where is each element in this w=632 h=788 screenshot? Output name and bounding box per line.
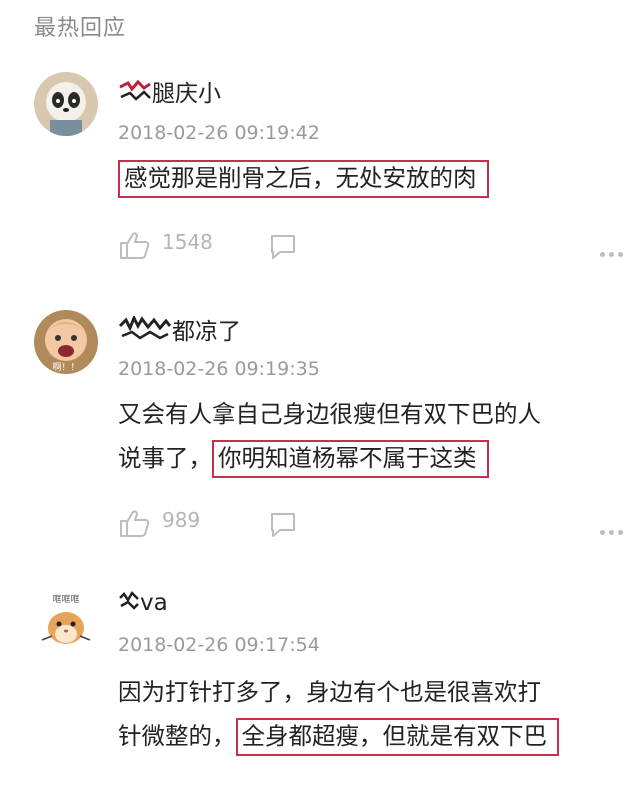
timestamp: 2018-02-26 09:17:54 — [118, 634, 320, 656]
avatar[interactable]: 哐哐哐 — [34, 588, 98, 652]
like-count: 989 — [162, 508, 201, 532]
comment-text: 因为打针打多了，身边有个也是很喜欢打 针微整的， 全身都超瘦，但就是有双下巴 — [118, 670, 618, 758]
username-text: va — [140, 590, 168, 616]
like-count: 1548 — [162, 230, 213, 254]
username[interactable]: 腿庆小 — [118, 74, 221, 108]
timestamp: 2018-02-26 09:19:35 — [118, 358, 320, 380]
comment-text: 感觉那是削骨之后，无处安放的肉 — [118, 156, 618, 200]
timestamp: 2018-02-26 09:19:42 — [118, 122, 320, 144]
comment-line: 针微整的， 全身都超瘦，但就是有双下巴 — [118, 714, 618, 758]
highlight-box: 感觉那是削骨之后，无处安放的肉 — [118, 160, 489, 198]
svg-text:啊！！: 啊！！ — [52, 362, 79, 373]
avatar[interactable] — [34, 72, 98, 136]
username-text: 腿庆小 — [152, 81, 221, 107]
highlight-box: 你明知道杨幂不属于这类 — [212, 440, 489, 478]
username[interactable]: 都凉了 — [118, 312, 241, 346]
comment-text-prefix: 说事了， — [118, 444, 212, 472]
more-options-icon[interactable] — [600, 520, 628, 535]
more-options-icon[interactable] — [600, 242, 628, 257]
obscured-name-mark — [119, 590, 139, 610]
comment-bubble-icon[interactable] — [268, 510, 298, 538]
section-title: 最热回应 — [34, 16, 127, 41]
comment-text: 又会有人拿自己身边很瘦但有双下巴的人 说事了， 你明知道杨幂不属于这类 — [118, 392, 618, 480]
thumbs-up-icon[interactable] — [118, 230, 152, 260]
username[interactable]: va — [118, 590, 168, 616]
comment-line: 说事了， 你明知道杨幂不属于这类 — [118, 436, 618, 480]
comment-line: 因为打针打多了，身边有个也是很喜欢打 — [118, 678, 541, 706]
comment-text-prefix: 针微整的， — [118, 722, 236, 750]
obscured-name-mark — [118, 314, 172, 340]
username-text: 都凉了 — [172, 319, 241, 345]
avatar[interactable]: 啊！！ — [34, 310, 98, 374]
highlight-box: 全身都超瘦，但就是有双下巴 — [235, 718, 559, 756]
svg-text:哐哐哐: 哐哐哐 — [52, 594, 79, 605]
comment-line: 又会有人拿自己身边很瘦但有双下巴的人 — [118, 400, 541, 428]
action-bar: 989 — [118, 506, 623, 540]
action-bar: 1548 — [118, 228, 623, 262]
comment-bubble-icon[interactable] — [268, 232, 298, 260]
thumbs-up-icon[interactable] — [118, 508, 152, 538]
obscured-name-mark — [119, 79, 151, 101]
